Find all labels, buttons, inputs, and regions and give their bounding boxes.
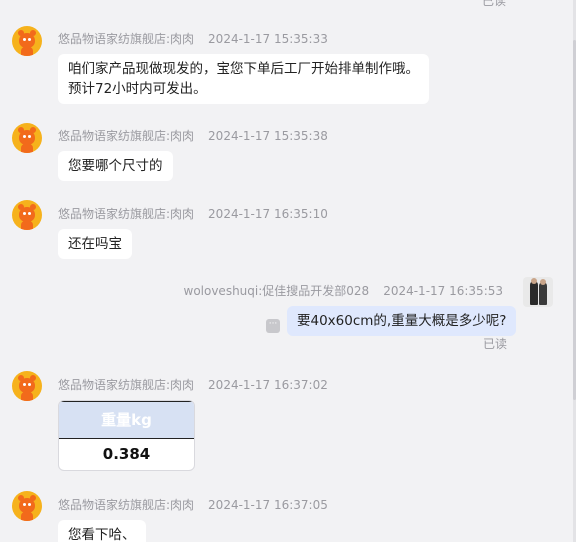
message-bubble[interactable]: 还在吗宝 xyxy=(58,229,132,259)
mascot-avatar-icon[interactable] xyxy=(12,491,42,521)
message-text: 咱们家产品现做现发的，宝您下单后工厂开始排单制作哦。 xyxy=(68,61,419,77)
message-text: 您看下哈、 xyxy=(68,527,136,542)
card-value: 0.384 xyxy=(102,445,151,463)
message-text: 预计72小时内可发出。 xyxy=(68,81,207,97)
message-meta: 悠品物语家纺旗舰店:肉肉 2024-1-17 15:35:38 xyxy=(58,127,328,144)
message-bubble[interactable]: 咱们家产品现做现发的，宝您下单后工厂开始排单制作哦。 预计72小时内可发出。 xyxy=(58,54,429,104)
sender-name: woloveshuqi:促佳搜品开发部028 xyxy=(183,284,370,298)
message-meta: 悠品物语家纺旗舰店:肉肉 2024-1-17 16:37:05 xyxy=(58,496,328,513)
chat-window: 已读 悠品物语家纺旗舰店:肉肉 2024-1-17 15:35:33 咱们家产品现… xyxy=(0,0,576,542)
message-time: 2024-1-17 16:37:05 xyxy=(208,498,328,512)
message-bubble[interactable]: 您要哪个尺寸的 xyxy=(58,151,173,181)
message-time: 2024-1-17 16:37:02 xyxy=(208,378,328,392)
read-status: 已读 xyxy=(483,337,508,351)
message-meta: woloveshuqi:促佳搜品开发部028 2024-1-17 16:35:53 xyxy=(184,282,504,299)
message-time: 2024-1-17 15:35:38 xyxy=(208,129,328,143)
message-time: 2024-1-17 15:35:33 xyxy=(208,32,328,46)
read-status: 已读 xyxy=(482,0,507,8)
message-meta: 悠品物语家纺旗舰店:肉肉 2024-1-17 15:35:33 xyxy=(58,30,328,47)
sender-name: 悠品物语家纺旗舰店:肉肉 xyxy=(58,32,195,46)
message-text: 您要哪个尺寸的 xyxy=(68,158,163,174)
mascot-avatar-icon[interactable] xyxy=(12,26,42,56)
sender-name: 悠品物语家纺旗舰店:肉肉 xyxy=(58,498,195,512)
mascot-avatar-icon[interactable] xyxy=(12,371,42,401)
message-bubble[interactable]: 您看下哈、 xyxy=(58,520,146,542)
more-options-icon[interactable]: ··· xyxy=(266,319,280,333)
mascot-avatar-icon[interactable] xyxy=(12,200,42,230)
mascot-avatar-icon[interactable] xyxy=(12,123,42,153)
sender-name: 悠品物语家纺旗舰店:肉肉 xyxy=(58,378,195,392)
message-time: 2024-1-17 16:35:10 xyxy=(208,207,328,221)
message-bubble[interactable]: 要40x60cm的,重量大概是多少呢? xyxy=(287,306,517,336)
message-text: 还在吗宝 xyxy=(68,236,122,252)
sender-name: 悠品物语家纺旗舰店:肉肉 xyxy=(58,207,195,221)
message-text: 要40x60cm的,重量大概是多少呢? xyxy=(297,313,507,329)
sender-name: 悠品物语家纺旗舰店:肉肉 xyxy=(58,129,195,143)
message-meta: 悠品物语家纺旗舰店:肉肉 2024-1-17 16:37:02 xyxy=(58,376,328,393)
card-header: 重量kg xyxy=(59,401,194,439)
user-avatar-icon[interactable] xyxy=(523,277,553,307)
weight-card[interactable]: 重量kg 0.384 xyxy=(58,400,195,471)
message-time: 2024-1-17 16:35:53 xyxy=(383,284,503,298)
message-meta: 悠品物语家纺旗舰店:肉肉 2024-1-17 16:35:10 xyxy=(58,205,328,222)
